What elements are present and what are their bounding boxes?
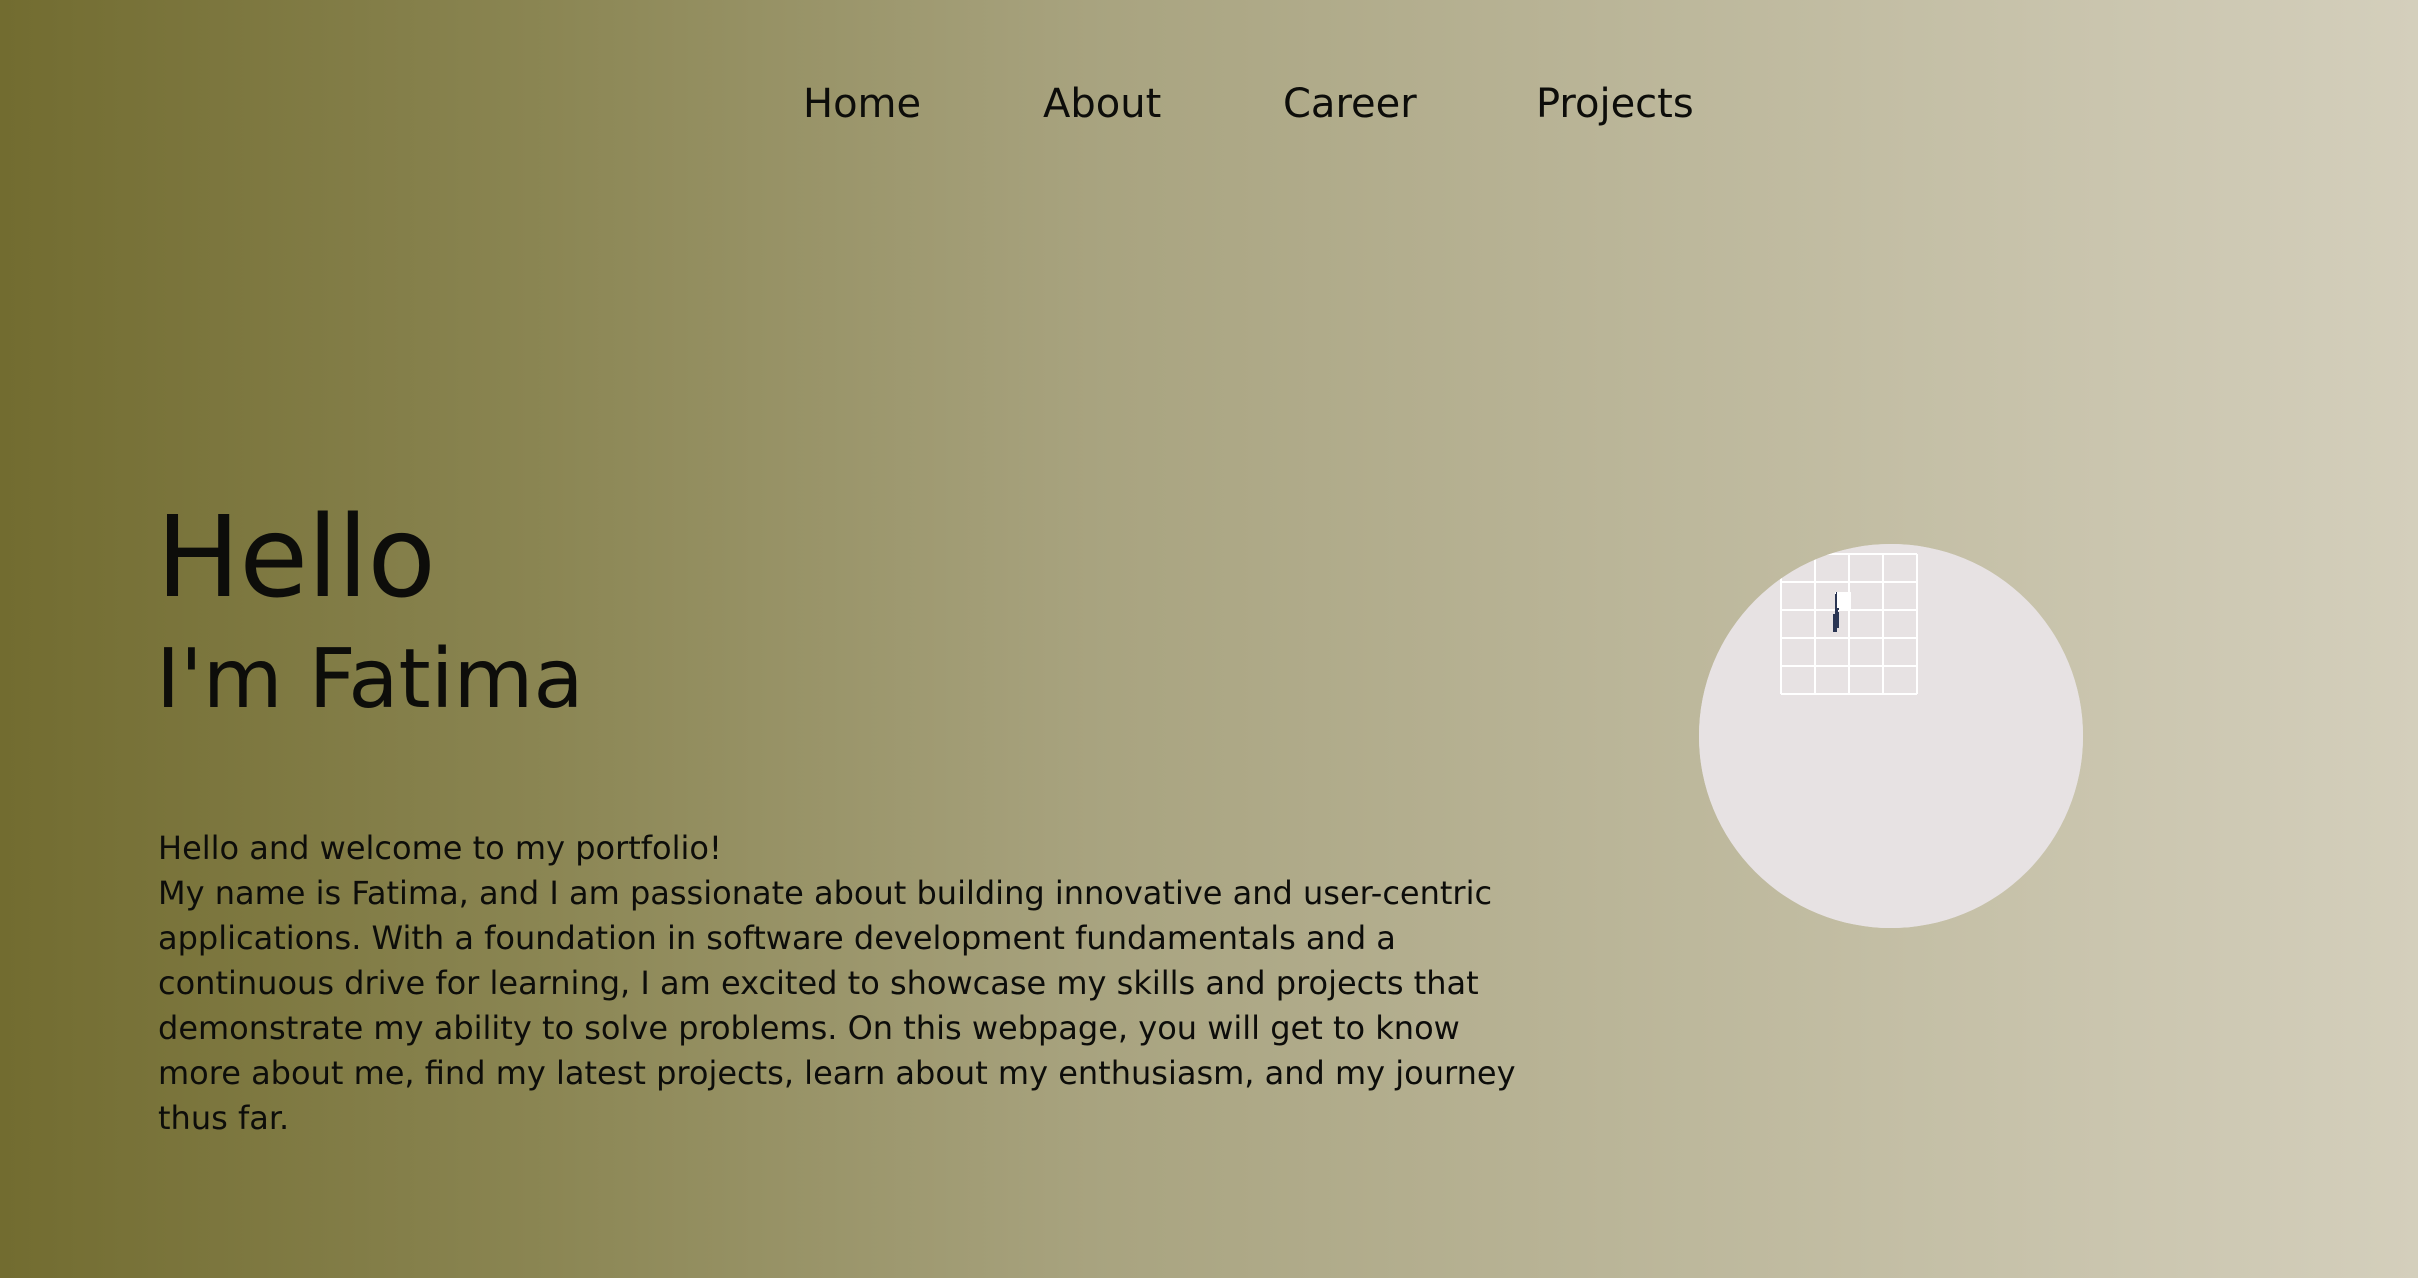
hero-title: Hello	[156, 493, 436, 623]
pinned-note-white	[1837, 592, 1851, 608]
intro-body: My name is Fatima, and I am passionate a…	[158, 874, 1516, 1137]
hero-subtitle: I'm Fatima	[156, 632, 584, 727]
wall-background	[1699, 544, 2083, 928]
nav-career-link[interactable]: Career	[1283, 74, 1417, 134]
intro-text: Hello and welcome to my portfolio! My na…	[158, 826, 1538, 1141]
developer-illustration-svg	[1699, 544, 2083, 928]
nav-projects-link[interactable]: Projects	[1536, 74, 1694, 134]
intro-greeting: Hello and welcome to my portfolio!	[158, 829, 722, 867]
nav-home-link[interactable]: Home	[803, 74, 921, 134]
developer-illustration-icon	[1699, 544, 2083, 928]
nav-about-link[interactable]: About	[1043, 74, 1161, 134]
pin	[1833, 614, 1837, 632]
main-nav: Home About Career Projects	[0, 74, 2418, 134]
